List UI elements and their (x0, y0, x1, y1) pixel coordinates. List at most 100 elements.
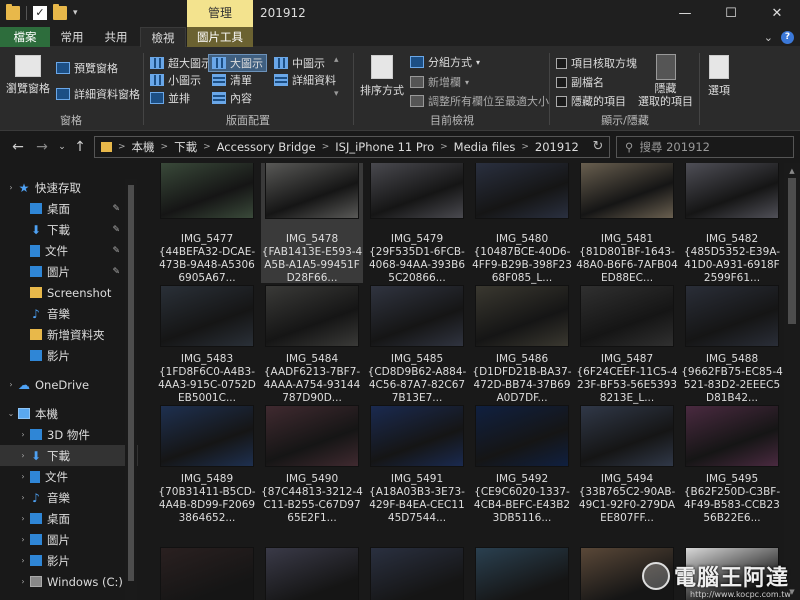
expand-icon[interactable]: › (18, 472, 28, 481)
expand-icon[interactable]: › (18, 556, 28, 565)
pin-icon[interactable]: ✎ (112, 246, 120, 256)
file-thumbnail[interactable] (475, 547, 569, 600)
layout-scroll-up-icon[interactable]: ▴ (334, 55, 339, 65)
chevron-right-icon[interactable]: > (440, 142, 448, 152)
breadcrumb-item[interactable]: ISJ_iPhone 11 Pro (335, 140, 434, 154)
collapse-ribbon-icon[interactable]: ⌄ (764, 31, 773, 44)
breadcrumb-item[interactable]: 本機 (132, 139, 155, 155)
nav-new-folder[interactable]: 新增資料夾 (0, 324, 138, 345)
nav-screenshot[interactable]: Screenshot (0, 282, 138, 303)
new-folder-icon[interactable] (53, 4, 67, 20)
file-tile[interactable]: IMG_5486 {D1DFD21B-BA37-472D-BB74-37B69A0… (471, 281, 573, 404)
file-thumbnail[interactable] (370, 547, 464, 600)
extra-large-icons-option[interactable]: 超大圖示 (150, 55, 212, 71)
breadcrumb-item[interactable]: Accessory Bridge (217, 140, 316, 154)
expand-icon[interactable]: › (18, 577, 28, 586)
details-pane-button[interactable]: 詳細資料窗格 (56, 86, 140, 102)
checkbox[interactable] (556, 95, 567, 107)
help-icon[interactable]: ? (781, 31, 794, 44)
file-tile[interactable]: IMG_5488 {9662FB75-EC85-4521-83D2-2EEEC5D… (681, 281, 783, 404)
chevron-right-icon[interactable]: > (322, 142, 330, 152)
small-icons-option[interactable]: 小圖示 (150, 72, 201, 88)
tiles-option[interactable]: 並排 (150, 90, 190, 106)
file-tile[interactable]: IMG_5477 {44BEFA32-DCAE-473B-9A48-A530669… (156, 163, 258, 284)
nav-music[interactable]: ♪ 音樂 (0, 303, 138, 324)
pin-icon[interactable]: ✎ (112, 204, 120, 214)
file-tile[interactable]: IMG_5494 {33B765C2-90AB-49C1-92F0-279DAEE… (576, 401, 678, 524)
tab-view[interactable]: 檢視 (140, 27, 186, 47)
checkbox[interactable] (556, 57, 567, 69)
nav-this-pc-documents[interactable]: › 文件 (0, 466, 138, 487)
search-box[interactable]: ⚲ 搜尋 201912 (616, 136, 794, 158)
list-option[interactable]: 清單 (212, 72, 252, 88)
customize-toolbar-icon[interactable]: ▾ (73, 8, 78, 18)
nav-onedrive[interactable]: › ☁ OneDrive (0, 374, 138, 395)
nav-this-pc-videos[interactable]: › 影片 (0, 550, 138, 571)
group-by-button[interactable]: 分組方式 ▾ (410, 54, 480, 70)
file-tile[interactable]: IMG_5483 {1FD8F6C0-A4B3-4AA3-915C-0752DEB… (156, 281, 258, 404)
chevron-right-icon[interactable]: > (161, 142, 169, 152)
nav-this-pc-pictures[interactable]: › 圖片 (0, 529, 138, 550)
nav-this-pc-desktop[interactable]: › 桌面 (0, 508, 138, 529)
collapse-icon[interactable]: ⌄ (6, 409, 16, 418)
nav-desktop[interactable]: 桌面 ✎ (0, 198, 138, 219)
file-tile[interactable]: IMG_5495 {B62F250D-C3BF-4F49-B583-CCB2356… (681, 401, 783, 524)
hide-selected-button[interactable]: 隱藏 選取的項目 (638, 54, 693, 108)
file-extensions-toggle[interactable]: 副檔名 (556, 74, 604, 90)
file-tile[interactable]: IMG_5482 {485D5352-E39A-41D0-A931-6918F25… (681, 163, 783, 284)
nav-quick-access[interactable]: › ★ 快速存取 (0, 177, 138, 198)
chevron-right-icon[interactable]: > (203, 142, 211, 152)
minimize-button[interactable]: — (662, 0, 708, 27)
size-columns-button[interactable]: 調整所有欄位至最適大小 (410, 93, 549, 109)
nav-pictures[interactable]: 圖片 ✎ (0, 261, 138, 282)
expand-icon[interactable]: › (6, 380, 16, 389)
nav-this-pc-music[interactable]: › ♪ 音樂 (0, 487, 138, 508)
expand-icon[interactable]: › (18, 430, 28, 439)
back-arrow-icon[interactable]: ← (8, 131, 28, 163)
nav-videos[interactable]: 影片 (0, 345, 138, 366)
manage-tab[interactable]: 管理 (187, 0, 253, 27)
file-tile[interactable]: IMG_5481 {81D801BF-1643-48A0-B6F6-7AFB04E… (576, 163, 678, 284)
expand-icon[interactable]: › (18, 514, 28, 523)
nav-downloads[interactable]: ⬇ 下載 ✎ (0, 219, 138, 240)
pin-icon[interactable]: ✎ (112, 225, 120, 235)
content-option[interactable]: 內容 (212, 90, 252, 106)
file-tile[interactable]: IMG_5492 {CE9C6020-1337-4CB4-BEFC-E43B23D… (471, 401, 573, 524)
nav-scrollbar-thumb[interactable] (128, 185, 134, 581)
file-tile[interactable]: IMG_5489 {70B31411-B5CD-4A4B-8D99-F206938… (156, 401, 258, 524)
tab-file[interactable]: 檔案 (0, 27, 50, 47)
file-tile[interactable]: IMG_5478 {FAB1413E-E593-4A5B-A1A5-99451FD… (261, 163, 363, 284)
medium-icons-option[interactable]: 中圖示 (274, 55, 325, 71)
file-thumbnail[interactable] (160, 547, 254, 600)
file-tile[interactable]: IMG_5479 {29F535D1-6FCB-4068-94AA-393B65C… (366, 163, 468, 284)
nav-pane-button[interactable]: 瀏覽窗格 (6, 55, 50, 96)
file-thumbnail[interactable] (265, 547, 359, 600)
options-button[interactable]: 選項 (708, 55, 730, 98)
properties-icon[interactable]: ✓ (33, 6, 47, 20)
nav-documents[interactable]: 文件 ✎ (0, 240, 138, 261)
tab-picture-tools[interactable]: 圖片工具 (187, 27, 253, 47)
file-tile[interactable]: IMG_5485 {CD8D9B62-A884-4C56-87A7-82C677B… (366, 281, 468, 404)
close-button[interactable]: ✕ (754, 0, 800, 27)
file-tile[interactable]: IMG_5490 {87C44813-3212-4C11-B255-C67D976… (261, 401, 363, 524)
file-tile[interactable]: IMG_5480 {10487BCE-40D6-4FF9-B29B-398F236… (471, 163, 573, 284)
expand-icon[interactable]: › (6, 183, 16, 192)
scroll-up-icon[interactable]: ▲ (784, 164, 800, 178)
expand-icon[interactable]: › (18, 451, 28, 460)
nav-this-pc-downloads[interactable]: › ⬇ 下載 (0, 445, 138, 466)
recent-locations-icon[interactable]: ⌄ (52, 131, 72, 163)
chevron-right-icon[interactable]: > (118, 142, 126, 152)
maximize-button[interactable]: ☐ (708, 0, 754, 27)
tab-home[interactable]: 常用 (52, 27, 92, 47)
preview-pane-button[interactable]: 預覽窗格 (56, 60, 118, 76)
file-tile[interactable]: IMG_5487 {6F24CEEF-11C5-423F-BF53-56E5393… (576, 281, 678, 404)
item-checkboxes-toggle[interactable]: 項目核取方塊 (556, 55, 637, 71)
expand-icon[interactable]: › (18, 493, 28, 502)
breadcrumb-item[interactable]: 201912 (535, 140, 579, 154)
hidden-items-toggle[interactable]: 隱藏的項目 (556, 93, 626, 109)
details-option[interactable]: 詳細資料 (274, 72, 336, 88)
layout-expand-icon[interactable]: ▾ (334, 89, 339, 99)
forward-arrow-icon[interactable]: → (32, 131, 52, 163)
sort-by-button[interactable]: 排序方式 (360, 55, 404, 98)
breadcrumb-item[interactable]: 下載 (174, 139, 197, 155)
